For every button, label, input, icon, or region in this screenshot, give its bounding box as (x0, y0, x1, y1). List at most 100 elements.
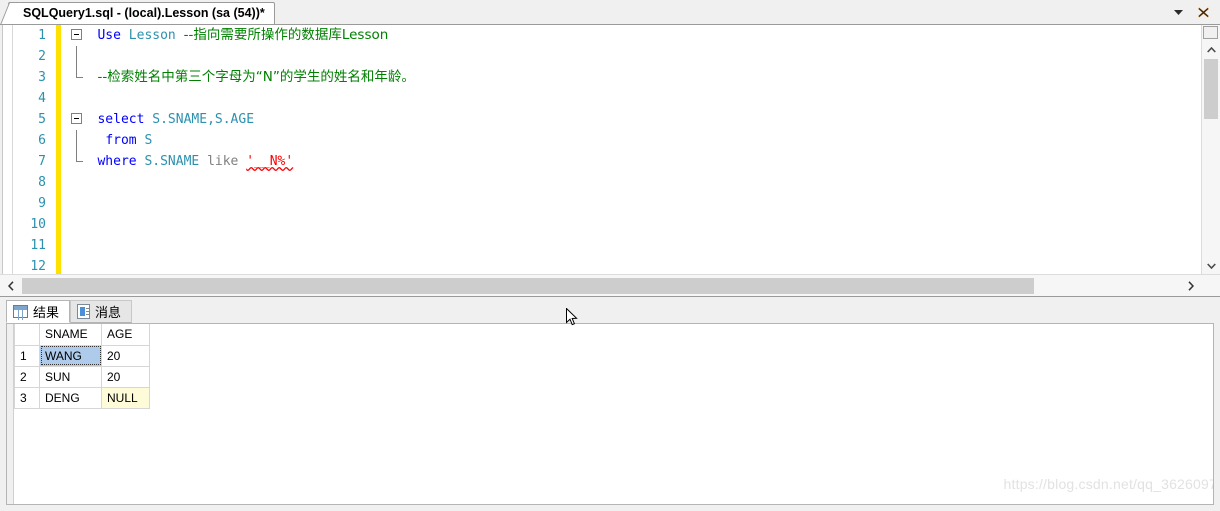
message-icon (77, 304, 91, 319)
line-number: 3 (38, 70, 46, 85)
sql-string-literal: '__N%' (246, 154, 294, 169)
code-line: 3 --检索姓名中第三个字母为“N”的学生的姓名和年龄。 (12, 67, 1202, 88)
code-editor[interactable]: 1 Use Lesson --指向需要所操作的数据库Lesson 2 3 --检… (0, 24, 1220, 296)
outline-blank (69, 235, 86, 256)
vertical-scrollbar-thumb[interactable] (1204, 59, 1218, 119)
outline-blank (69, 193, 86, 214)
cell-sname[interactable]: WANG (39, 344, 102, 367)
line-number: 2 (38, 49, 46, 64)
table-row[interactable]: 3 DENG NULL (14, 386, 150, 409)
sql-keyword: select (97, 112, 145, 127)
code-line: 4 (12, 88, 1202, 109)
sql-operator: like (207, 154, 239, 169)
outline-blank (69, 88, 86, 109)
line-number: 5 (38, 112, 46, 127)
change-bar (55, 130, 61, 151)
editor-horizontal-scrollbar[interactable] (0, 274, 1220, 296)
row-number[interactable]: 3 (14, 386, 40, 409)
tab-messages-label: 消息 (95, 306, 122, 321)
code-line: 6 from S (12, 130, 1202, 151)
change-bar (55, 151, 61, 172)
code-line: 5 select S.SNAME,S.AGE (12, 109, 1202, 130)
cell-age[interactable]: 20 (101, 365, 150, 388)
column-header-age[interactable]: AGE (101, 324, 150, 346)
code-text: --检索姓名中第三个字母为“N”的学生的姓名和年龄。 (93, 67, 414, 88)
outline-end-icon (69, 151, 86, 172)
grid-icon (13, 305, 28, 318)
outline-collapse-icon[interactable] (69, 109, 86, 130)
sql-column: S.SNAME (144, 154, 200, 169)
column-header-rownum[interactable] (14, 324, 40, 346)
outline-vline-icon (69, 46, 86, 67)
results-grid[interactable]: SNAME AGE 1 WANG 20 2 SUN 20 3 DENG NULL… (6, 323, 1214, 505)
line-number: 9 (38, 196, 46, 211)
chevron-right-icon[interactable] (1182, 275, 1200, 296)
change-bar (55, 193, 61, 214)
code-line: 1 Use Lesson --指向需要所操作的数据库Lesson (12, 25, 1202, 46)
results-table[interactable]: SNAME AGE 1 WANG 20 2 SUN 20 3 DENG NULL (14, 324, 150, 409)
close-icon[interactable] (1196, 5, 1210, 19)
tab-results[interactable]: 结果 (6, 300, 71, 323)
sql-keyword: Use (97, 28, 121, 43)
line-number: 6 (38, 133, 46, 148)
code-line: 10 (12, 214, 1202, 235)
editor-vertical-scrollbar[interactable] (1201, 25, 1220, 274)
column-header-sname[interactable]: SNAME (39, 324, 102, 346)
code-text: from S (93, 130, 152, 151)
line-number: 1 (38, 28, 46, 43)
outline-blank (69, 256, 86, 274)
line-number: 7 (38, 154, 46, 169)
change-bar (55, 88, 61, 109)
table-row[interactable]: 2 SUN 20 (14, 365, 150, 388)
cell-age[interactable]: 20 (101, 344, 150, 367)
tab-results-label: 结果 (33, 306, 60, 321)
document-tabstrip: SQLQuery1.sql - (local).Lesson (sa (54))… (0, 0, 1220, 24)
cell-sname[interactable]: SUN (39, 365, 102, 388)
table-row[interactable]: 1 WANG 20 (14, 344, 150, 367)
chevron-left-icon[interactable] (2, 275, 20, 296)
results-tabstrip: 结果 消息 (0, 297, 133, 323)
code-text: Use Lesson --指向需要所操作的数据库Lesson (93, 25, 388, 46)
editor-text-area[interactable]: 1 Use Lesson --指向需要所操作的数据库Lesson 2 3 --检… (12, 25, 1202, 274)
row-number[interactable]: 2 (14, 365, 40, 388)
outline-blank (69, 214, 86, 235)
outline-collapse-icon[interactable] (69, 25, 86, 46)
code-text: where S.SNAME like '__N%' (93, 151, 293, 172)
line-number: 11 (30, 238, 46, 253)
watermark: https://blog.csdn.net/qq_3626097 (1003, 476, 1214, 492)
code-line: 2 (12, 46, 1202, 67)
change-bar (55, 214, 61, 235)
horizontal-scrollbar-thumb[interactable] (22, 278, 1034, 294)
change-bar (55, 46, 61, 67)
chevron-down-icon[interactable] (1172, 6, 1184, 18)
outline-end-icon (69, 67, 86, 88)
sql-comment: --指向需要所操作的数据库Lesson (183, 27, 389, 43)
code-line: 9 (12, 193, 1202, 214)
code-line: 12 (12, 256, 1202, 274)
chevron-up-icon[interactable] (1202, 41, 1220, 58)
sql-keyword: from (105, 133, 137, 148)
sql-columns: S.SNAME,S.AGE (152, 112, 255, 127)
chevron-down-icon[interactable] (1202, 257, 1220, 274)
outline-vline-icon (69, 130, 86, 151)
change-bar (55, 67, 61, 88)
scrollbar-split-box[interactable] (1203, 26, 1218, 39)
change-bar (55, 172, 61, 193)
cell-sname[interactable]: DENG (39, 386, 102, 409)
grid-left-rail (7, 324, 14, 504)
tabstrip-controls (1172, 0, 1216, 24)
table-header-row: SNAME AGE (14, 324, 150, 346)
tab-messages[interactable]: 消息 (70, 300, 133, 323)
row-number[interactable]: 1 (14, 344, 40, 367)
change-bar (55, 25, 61, 46)
document-tab-sqlquery1[interactable]: SQLQuery1.sql - (local).Lesson (sa (54))… (8, 2, 275, 24)
change-bar (55, 109, 61, 130)
results-pane: 结果 消息 SNAME AGE 1 WANG 20 2 SUN 20 3 DEN… (0, 296, 1220, 511)
cell-age[interactable]: NULL (101, 386, 150, 409)
line-number: 10 (30, 217, 46, 232)
ssms-query-window: SQLQuery1.sql - (local).Lesson (sa (54))… (0, 0, 1220, 511)
code-line: 11 (12, 235, 1202, 256)
code-text: select S.SNAME,S.AGE (93, 109, 254, 130)
change-bar (55, 256, 61, 274)
sql-keyword: where (97, 154, 137, 169)
